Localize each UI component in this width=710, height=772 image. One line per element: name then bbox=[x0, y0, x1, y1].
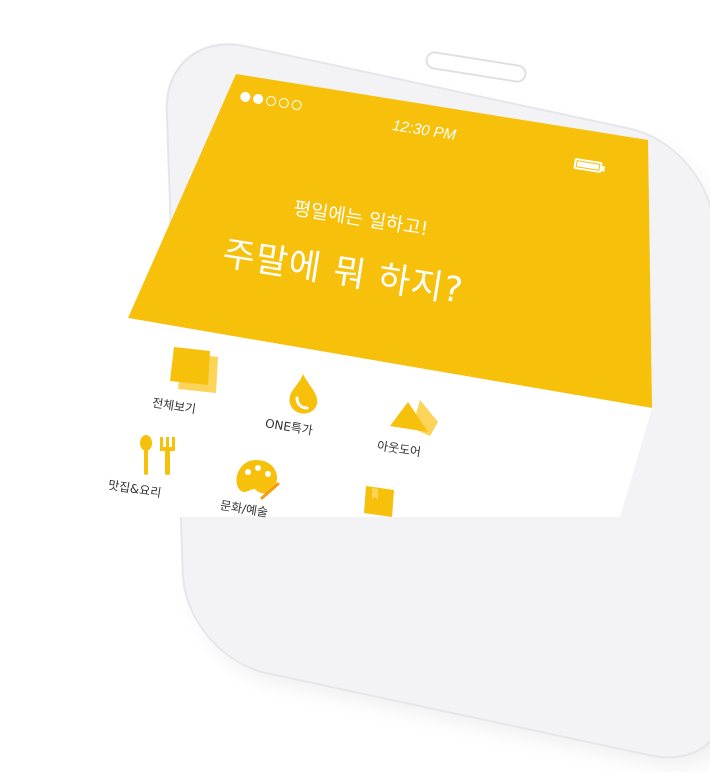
signal-dot bbox=[278, 97, 290, 109]
fork-spoon-icon bbox=[140, 435, 175, 475]
book-icon bbox=[364, 486, 394, 517]
signal-dot bbox=[252, 93, 264, 105]
square-stack-icon bbox=[170, 347, 218, 393]
palette-icon bbox=[236, 460, 280, 500]
app-screen: 12:30 PM 평일에는 일하고! 주말에 뭐 하지? 전체보기 ONE특가 … bbox=[0, 0, 710, 520]
signal-dot bbox=[239, 91, 252, 103]
signal-dot bbox=[290, 99, 303, 111]
drop-icon bbox=[289, 374, 318, 414]
signal-dot bbox=[265, 95, 277, 107]
mountain-icon bbox=[390, 400, 438, 436]
